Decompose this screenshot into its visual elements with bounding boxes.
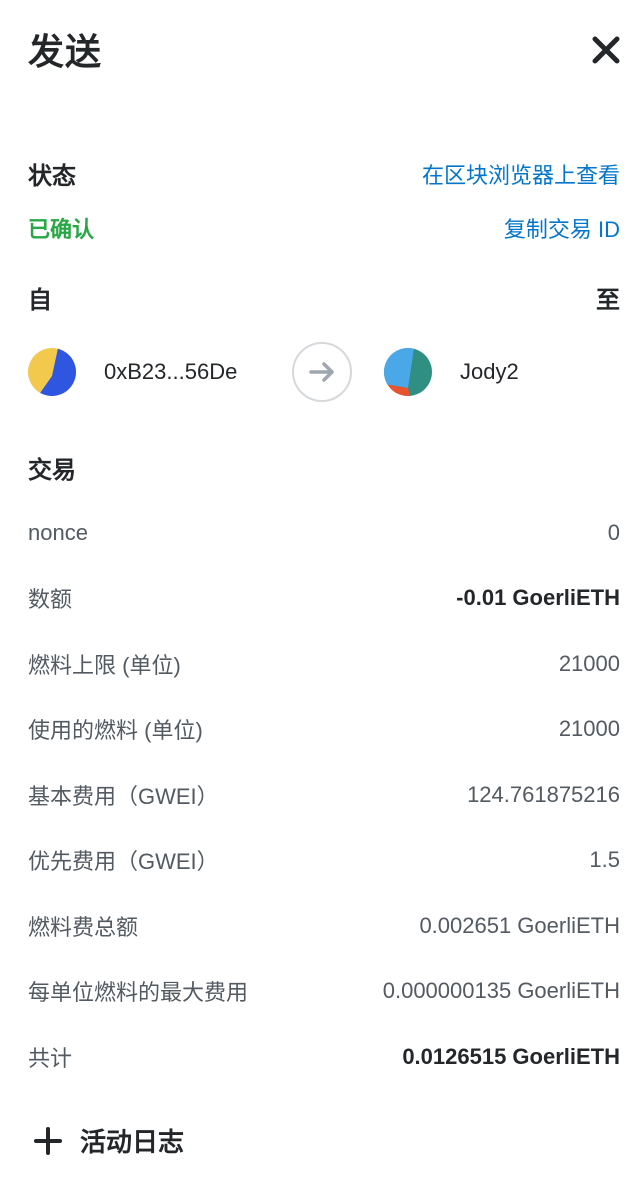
parties-row: 0xB23...56De Jody2 xyxy=(28,342,620,404)
detail-label: 优先费用（GWEI） xyxy=(28,849,219,875)
close-button[interactable] xyxy=(590,34,622,66)
direction-arrow xyxy=(292,342,352,402)
transaction-header-row: 交易 xyxy=(28,450,620,485)
detail-row-gas-limit: 燃料上限 (单位) 21000 xyxy=(28,631,620,697)
detail-row-base-fee: 基本费用（GWEI） 124.761875216 xyxy=(28,762,620,828)
detail-label: 基本费用（GWEI） xyxy=(28,783,219,809)
transaction-details-page: 发送 状态 在区块浏览器上查看 已确认 复制交易 ID 自 至 0xB23...… xyxy=(0,0,640,1186)
status-header-row: 状态 在区块浏览器上查看 xyxy=(28,156,620,191)
detail-value: 21000 xyxy=(558,650,620,676)
detail-value: 0.002651 GoerliETH xyxy=(419,912,620,938)
to-avatar xyxy=(384,348,432,396)
to-name[interactable]: Jody2 xyxy=(460,356,519,388)
view-on-explorer-link[interactable]: 在区块浏览器上查看 xyxy=(422,158,620,190)
detail-value: 0 xyxy=(607,519,620,545)
status-label: 状态 xyxy=(28,163,76,190)
transaction-title: 交易 xyxy=(28,457,76,484)
arrow-right-icon xyxy=(309,362,334,382)
from-address[interactable]: 0xB23...56De xyxy=(104,356,237,388)
detail-row-nonce: nonce 0 xyxy=(28,500,620,566)
activity-log-toggle[interactable]: 活动日志 xyxy=(34,1122,184,1159)
detail-value: 21000 xyxy=(558,716,620,742)
detail-label: 每单位燃料的最大费用 xyxy=(28,980,249,1006)
detail-label: 燃料费总额 xyxy=(28,914,139,940)
detail-row-gas-used: 使用的燃料 (单位) 21000 xyxy=(28,697,620,763)
detail-label: 燃料上限 (单位) xyxy=(28,652,181,678)
jazzicon-from-icon xyxy=(28,348,76,396)
copy-tx-id-link[interactable]: 复制交易 ID xyxy=(504,212,620,244)
detail-value: 0.0126515 GoerliETH xyxy=(402,1043,620,1069)
detail-label: nonce xyxy=(28,519,88,545)
page-title: 发送 xyxy=(28,31,103,72)
detail-row-max-fee-per-gas: 每单位燃料的最大费用 0.000000135 GoerliETH xyxy=(28,959,620,1025)
detail-row-total: 共计 0.0126515 GoerliETH xyxy=(28,1024,620,1090)
transaction-details: nonce 0 数额 -0.01 GoerliETH 燃料上限 (单位) 210… xyxy=(28,500,620,1090)
detail-label: 共计 xyxy=(28,1045,73,1071)
jazzicon-to-icon xyxy=(384,348,432,396)
activity-log-label: 活动日志 xyxy=(80,1127,185,1157)
close-icon xyxy=(592,36,620,64)
from-label: 自 xyxy=(28,287,52,314)
detail-value: 0.000000135 GoerliETH xyxy=(382,978,620,1004)
detail-value: -0.01 GoerliETH xyxy=(456,585,620,611)
to-label: 至 xyxy=(596,287,620,314)
detail-value: 1.5 xyxy=(589,847,620,873)
from-to-labels-row: 自 至 xyxy=(28,280,620,315)
plus-icon xyxy=(34,1126,62,1155)
from-avatar xyxy=(28,348,76,396)
detail-row-priority-fee: 优先费用（GWEI） 1.5 xyxy=(28,828,620,894)
detail-value: 124.761875216 xyxy=(467,781,620,807)
detail-row-amount: 数额 -0.01 GoerliETH xyxy=(28,566,620,632)
status-value-row: 已确认 复制交易 ID xyxy=(28,212,620,244)
detail-label: 数额 xyxy=(28,587,73,613)
detail-row-total-gas-fee: 燃料费总额 0.002651 GoerliETH xyxy=(28,893,620,959)
detail-label: 使用的燃料 (单位) xyxy=(28,718,203,744)
status-badge: 已确认 xyxy=(28,217,95,242)
